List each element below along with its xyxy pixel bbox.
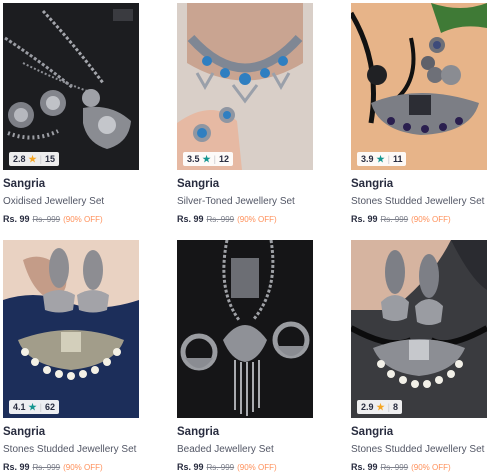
price-mrp: Rs. 999 (206, 215, 235, 224)
product-image[interactable] (177, 240, 313, 418)
necklace-photo (351, 3, 487, 170)
product-price: Rs. 99 Rs. 999 (90% OFF) (3, 213, 143, 225)
product-card[interactable]: 3.5 ★ | 12 Sangria Silver-Toned Jeweller… (177, 3, 317, 225)
rating-count: 62 (44, 402, 55, 412)
rating-badge: 3.5 ★ | 12 (183, 152, 233, 166)
price-discount: (90% OFF) (237, 215, 277, 224)
product-card[interactable]: Sangria Beaded Jewellery Set Rs. 99 Rs. 9… (177, 240, 317, 473)
product-image[interactable]: 3.9 ★ | 11 (351, 3, 487, 170)
price-mrp: Rs. 999 (32, 463, 61, 472)
price-discount: (90% OFF) (237, 463, 277, 472)
product-name: Stones Studded Jewellery Set (3, 444, 137, 455)
product-price: Rs. 99 Rs. 999 (90% OFF) (177, 213, 317, 225)
price-mrp: Rs. 999 (206, 463, 235, 472)
product-price: Rs. 99 Rs. 999 (90% OFF) (351, 461, 491, 473)
product-name: Silver-Toned Jewellery Set (177, 196, 295, 207)
star-icon: ★ (376, 153, 385, 164)
product-image[interactable]: 3.5 ★ | 12 (177, 3, 313, 170)
price-mrp: Rs. 999 (380, 463, 409, 472)
star-icon: ★ (28, 153, 37, 164)
price-current: Rs. 99 (3, 462, 30, 472)
product-card[interactable]: 2.8 ★ | 15 Sangria Oxidised Jewellery Se… (3, 3, 143, 225)
rating-count: 12 (218, 154, 229, 164)
rating-badge: 2.9 ★ | 8 (357, 400, 402, 414)
rating-value: 2.9 (361, 402, 374, 412)
rating-separator: | (213, 154, 216, 164)
star-icon: ★ (28, 401, 37, 412)
product-image[interactable]: 2.8 ★ | 15 (3, 3, 139, 170)
product-name: Oxidised Jewellery Set (3, 196, 105, 207)
rating-value: 3.5 (187, 154, 200, 164)
product-card[interactable]: 2.9 ★ | 8 Sangria Stones Studded Jewelle… (351, 240, 491, 473)
rating-value: 2.8 (13, 154, 26, 164)
product-card[interactable]: 4.1 ★ | 62 Sangria Stones Studded Jewell… (3, 240, 143, 473)
rating-badge: 4.1 ★ | 62 (9, 400, 59, 414)
rating-count: 11 (392, 154, 403, 164)
rating-value: 4.1 (13, 402, 26, 412)
price-current: Rs. 99 (177, 462, 204, 472)
necklace-photo (177, 3, 313, 170)
product-card[interactable]: 3.9 ★ | 11 Sangria Stones Studded Jewell… (351, 3, 491, 225)
product-name: Beaded Jewellery Set (177, 444, 274, 455)
product-image[interactable]: 4.1 ★ | 62 (3, 240, 139, 418)
price-discount: (90% OFF) (411, 463, 451, 472)
product-name: Stones Studded Jewellery Set (351, 444, 485, 455)
rating-separator: | (39, 402, 42, 412)
price-discount: (90% OFF) (63, 215, 103, 224)
star-icon: ★ (376, 401, 385, 412)
product-image[interactable]: 2.9 ★ | 8 (351, 240, 487, 418)
necklace-photo (351, 240, 487, 418)
rating-badge: 2.8 ★ | 15 (9, 152, 59, 166)
price-discount: (90% OFF) (63, 463, 103, 472)
product-brand: Sangria (3, 426, 46, 438)
rating-separator: | (39, 154, 42, 164)
product-name: Stones Studded Jewellery Set (351, 196, 485, 207)
price-current: Rs. 99 (177, 214, 204, 224)
price-current: Rs. 99 (351, 462, 378, 472)
price-current: Rs. 99 (351, 214, 378, 224)
product-price: Rs. 99 Rs. 999 (90% OFF) (177, 461, 317, 473)
product-brand: Sangria (351, 178, 394, 190)
product-price: Rs. 99 Rs. 999 (90% OFF) (3, 461, 143, 473)
price-current: Rs. 99 (3, 214, 30, 224)
rating-count: 15 (44, 154, 55, 164)
product-brand: Sangria (351, 426, 394, 438)
price-mrp: Rs. 999 (380, 215, 409, 224)
product-price: Rs. 99 Rs. 999 (90% OFF) (351, 213, 491, 225)
rating-badge: 3.9 ★ | 11 (357, 152, 407, 166)
rating-count: 8 (392, 402, 398, 412)
price-mrp: Rs. 999 (32, 215, 61, 224)
price-discount: (90% OFF) (411, 215, 451, 224)
product-brand: Sangria (177, 426, 220, 438)
rating-separator: | (387, 402, 390, 412)
rating-separator: | (387, 154, 390, 164)
star-icon: ★ (202, 153, 211, 164)
rating-value: 3.9 (361, 154, 374, 164)
necklace-photo (3, 3, 139, 170)
product-grid: 2.8 ★ | 15 Sangria Oxidised Jewellery Se… (0, 0, 500, 476)
necklace-photo (177, 240, 313, 418)
product-brand: Sangria (3, 178, 46, 190)
necklace-photo (3, 240, 139, 418)
product-brand: Sangria (177, 178, 220, 190)
